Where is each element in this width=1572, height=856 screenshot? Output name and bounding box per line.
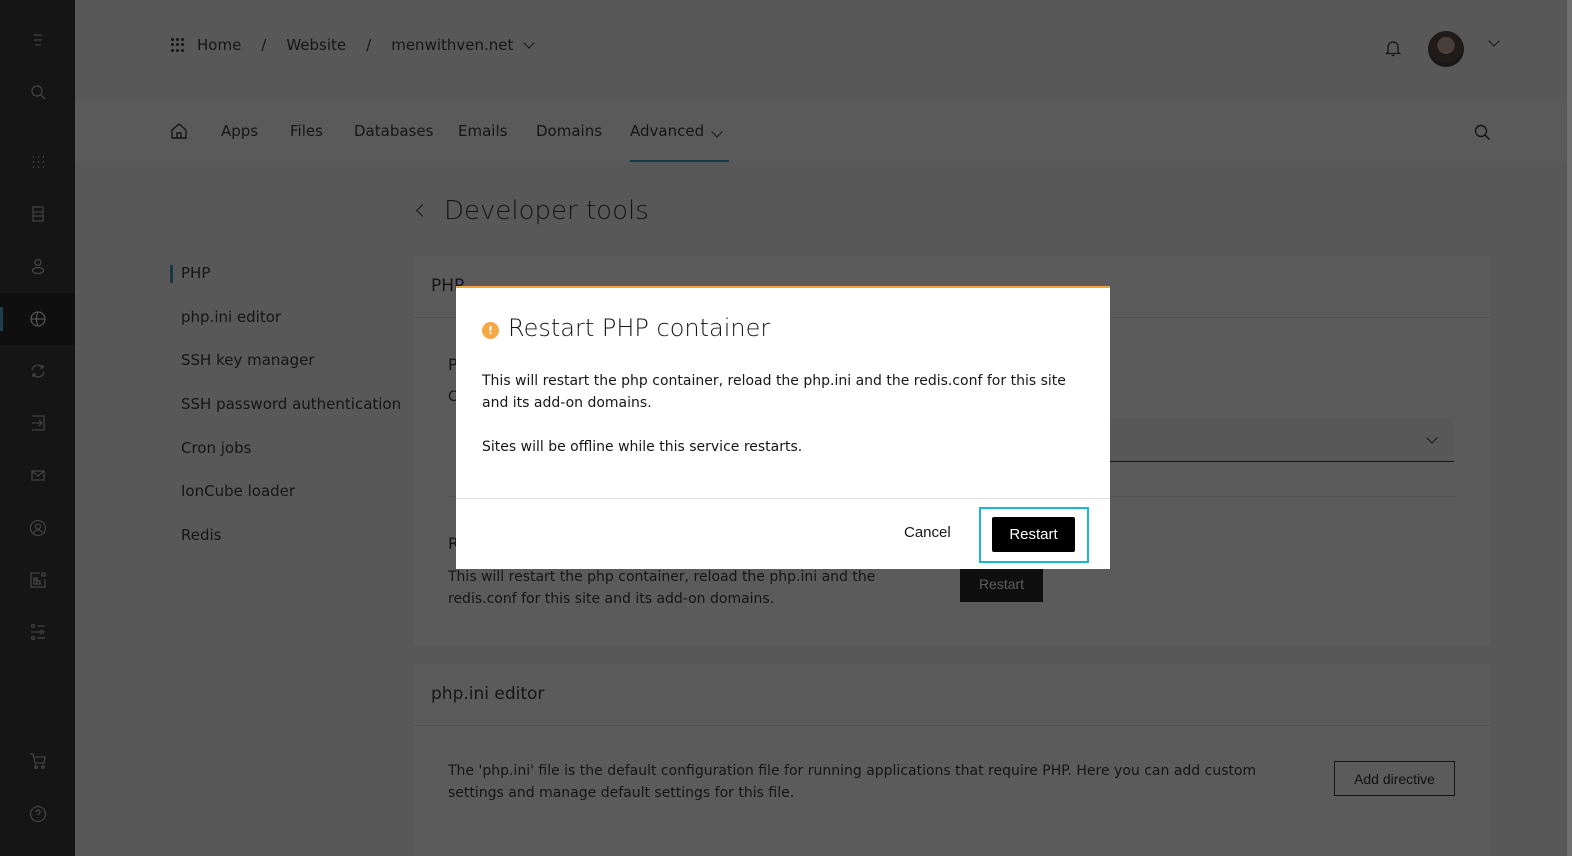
divider (456, 498, 1110, 499)
confirm-restart-button[interactable]: Restart (992, 517, 1075, 552)
scrollbar[interactable] (1567, 0, 1572, 856)
modal-warning-text: Sites will be offline while this service… (482, 439, 803, 455)
restart-php-modal: ! Restart PHP container This will restar… (456, 286, 1110, 569)
cancel-button[interactable]: Cancel (904, 524, 951, 541)
modal-body-text: This will restart the php container, rel… (482, 373, 1066, 411)
modal-body: This will restart the php container, rel… (482, 370, 1092, 458)
modal-title: Restart PHP container (508, 314, 771, 342)
warning-icon: ! (482, 322, 499, 339)
